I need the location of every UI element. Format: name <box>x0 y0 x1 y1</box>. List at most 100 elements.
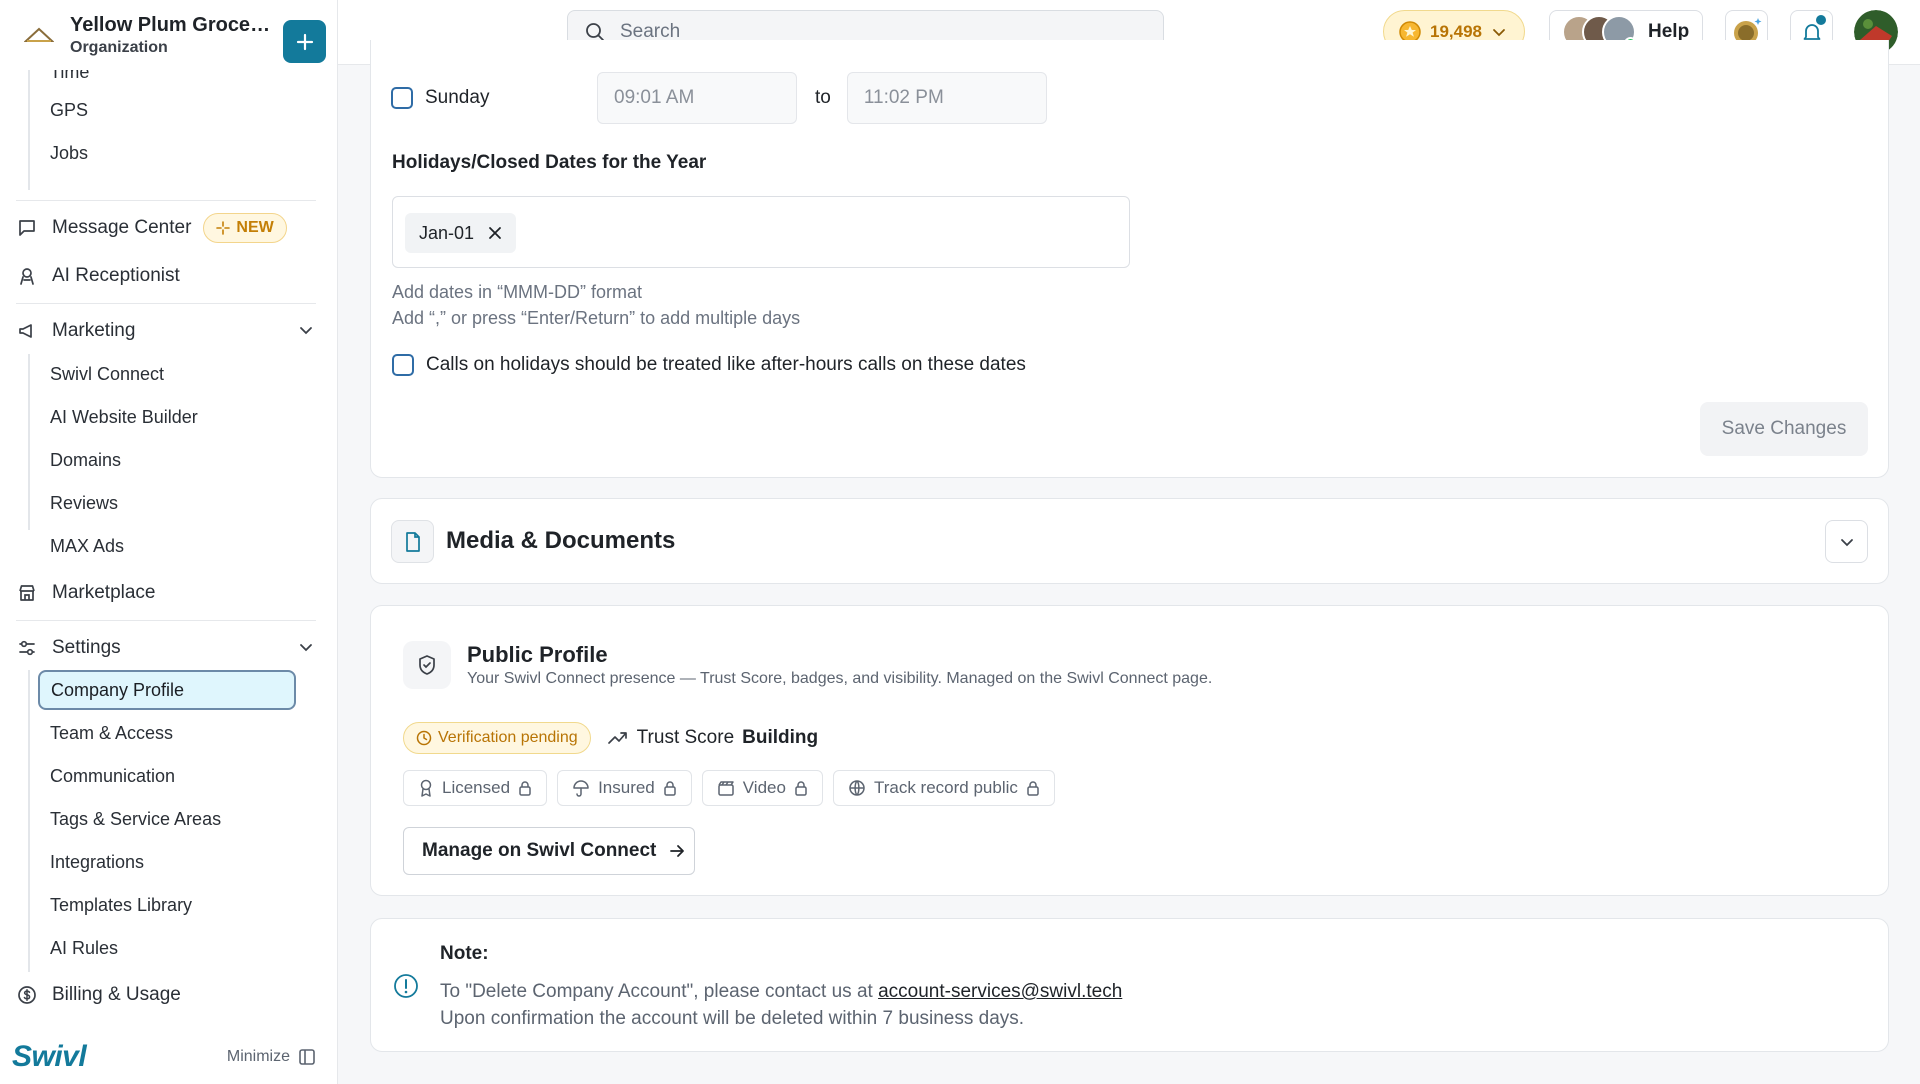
sidebar-item-reviews[interactable]: Reviews <box>38 483 296 523</box>
sidebar-item-marketing[interactable]: Marketing <box>16 311 316 351</box>
lock-icon <box>1026 780 1040 796</box>
sidebar-item-label: Marketing <box>52 320 136 341</box>
sidebar-item-label: Message Center <box>52 217 192 238</box>
note-line-2: Upon confirmation the account will be de… <box>440 1008 1025 1029</box>
support-email-link[interactable]: account-services@swivl.tech <box>878 981 1122 1002</box>
nav-divider <box>16 303 316 304</box>
sidebar-item-ai-rules[interactable]: AI Rules <box>38 928 296 968</box>
nav-divider <box>16 620 316 621</box>
sidebar-item-label: AI Receptionist <box>52 265 180 286</box>
sidebar-item-company-profile[interactable]: Company Profile <box>38 670 296 710</box>
holiday-afterhours-label: Calls on holidays should be treated like… <box>426 354 1026 375</box>
business-hours-card: Sunday 09:01 AM to 11:02 PM Holidays/Clo… <box>370 40 1889 478</box>
nav-divider <box>16 200 316 201</box>
delete-account-note: Note: To "Delete Company Account", pleas… <box>370 918 1889 1052</box>
holiday-dates-input[interactable]: Jan-01 <box>392 196 1130 268</box>
sidebar-item-communication[interactable]: Communication <box>38 756 296 796</box>
receptionist-icon <box>16 265 38 287</box>
sidebar-item-team-access[interactable]: Team & Access <box>38 713 296 753</box>
hours-row-sunday: Sunday 09:01 AM to 11:02 PM <box>391 72 1047 124</box>
sidebar-item-ai-website-builder[interactable]: AI Website Builder <box>38 397 296 437</box>
verification-label: Verification pending <box>438 729 578 746</box>
nav-rail <box>28 70 30 190</box>
minimize-button[interactable]: Minimize <box>227 1048 316 1066</box>
globe-icon <box>848 779 866 797</box>
sidebar-item-ai-receptionist[interactable]: AI Receptionist <box>16 256 316 296</box>
clock-icon <box>416 730 432 746</box>
megaphone-icon <box>16 320 38 342</box>
sidebar-item-time[interactable]: Time <box>38 70 296 92</box>
award-icon <box>418 779 434 797</box>
sidebar-item-tags-service-areas[interactable]: Tags & Service Areas <box>38 799 296 839</box>
holidays-title: Holidays/Closed Dates for the Year <box>392 152 707 173</box>
note-title: Note: <box>440 943 489 964</box>
plus-icon <box>296 33 313 50</box>
holiday-afterhours-checkbox[interactable] <box>392 354 414 376</box>
media-documents-card[interactable]: Media & Documents <box>370 498 1889 584</box>
note-line-1: To "Delete Company Account", please cont… <box>440 981 1122 1003</box>
document-icon <box>391 520 434 563</box>
day-label: Sunday <box>425 87 490 108</box>
dollar-icon <box>16 984 38 1006</box>
badge-video: Video <box>701 770 823 806</box>
sidebar-item-integrations[interactable]: Integrations <box>38 842 296 882</box>
manage-label: Manage on Swivl Connect <box>422 840 657 861</box>
sunday-checkbox[interactable] <box>391 87 413 109</box>
sidebar-item-settings[interactable]: Settings <box>16 628 316 668</box>
notification-dot <box>1816 15 1826 25</box>
sliders-icon <box>16 637 38 659</box>
badge-licensed: Licensed <box>403 770 548 806</box>
minimize-label: Minimize <box>226 1048 290 1065</box>
badge-label: Track record public <box>873 778 1018 797</box>
org-name: Yellow Plum Grocers... <box>70 13 276 36</box>
sidebar-footer: Swivl Minimize <box>0 1030 338 1084</box>
sidebar-item-label: Billing & Usage <box>52 984 181 1005</box>
org-subtitle: Organization <box>70 38 168 56</box>
shield-icon <box>403 641 451 689</box>
org-logo <box>22 18 56 52</box>
clapperboard-icon <box>717 780 735 796</box>
credits-value: 19,498 <box>1430 21 1482 41</box>
trust-score: Trust Score Building <box>607 727 818 749</box>
badge-track-record: Track record public <box>832 770 1055 806</box>
sidebar-item-swivl-connect[interactable]: Swivl Connect <box>38 354 296 394</box>
brand-logo: Swivl <box>12 1040 87 1073</box>
sidebar-toggle-icon <box>298 1048 316 1066</box>
sidebar-item-billing[interactable]: Billing & Usage <box>16 975 316 1015</box>
verification-badge: Verification pending <box>403 722 591 754</box>
info-icon <box>393 973 419 999</box>
sidebar-item-templates-library[interactable]: Templates Library <box>38 885 296 925</box>
media-title: Media & Documents <box>446 527 676 554</box>
sidebar-nav: Time GPS Jobs Message Center NEW AI Rece… <box>0 70 338 1030</box>
trend-up-icon <box>607 730 629 746</box>
sidebar-item-label: Settings <box>52 637 121 658</box>
save-changes-button[interactable]: Save Changes <box>1700 402 1868 456</box>
sidebar-item-marketplace[interactable]: Marketplace <box>16 573 316 613</box>
sidebar-item-max-ads[interactable]: MAX Ads <box>38 526 296 566</box>
profile-badges: Licensed Insured Video Track record publ… <box>403 770 1065 806</box>
store-icon <box>16 582 38 604</box>
chevron-down-icon[interactable] <box>296 321 316 341</box>
close-time-field[interactable]: 11:02 PM <box>846 72 1047 124</box>
sidebar-item-jobs[interactable]: Jobs <box>38 133 296 173</box>
to-label: to <box>815 87 831 108</box>
sparkle-icon <box>216 221 231 235</box>
hint-multiple: Add “,” or press “Enter/Return” to add m… <box>392 308 801 328</box>
nav-rail <box>28 670 30 972</box>
lock-icon <box>663 780 677 796</box>
sidebar-item-domains[interactable]: Domains <box>38 440 296 480</box>
public-profile-subtitle: Your Swivl Connect presence — Trust Scor… <box>467 670 1213 687</box>
sidebar-item-gps[interactable]: GPS <box>38 90 296 130</box>
add-button[interactable] <box>283 20 326 63</box>
expand-button[interactable] <box>1825 520 1868 563</box>
message-icon <box>16 217 38 239</box>
manage-swivl-connect-button[interactable]: Manage on Swivl Connect <box>403 827 695 875</box>
sidebar-item-message-center[interactable]: Message Center NEW <box>16 208 316 248</box>
close-icon[interactable] <box>488 226 502 240</box>
open-time-field[interactable]: 09:01 AM <box>597 72 797 124</box>
chevron-down-icon <box>1490 23 1508 41</box>
chevron-down-icon[interactable] <box>296 638 316 658</box>
new-badge-label: NEW <box>236 219 274 236</box>
umbrella-icon <box>572 779 590 797</box>
badge-label: Video <box>742 778 786 797</box>
